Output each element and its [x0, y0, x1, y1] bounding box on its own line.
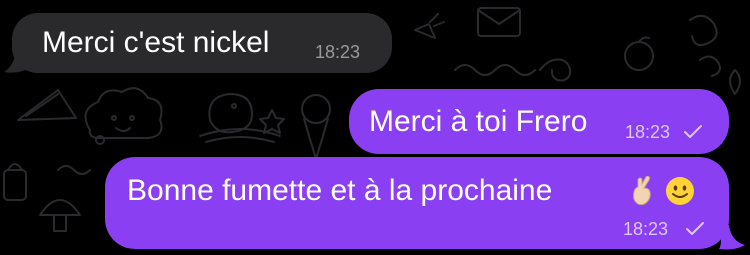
sent-check-icon: [684, 125, 702, 138]
crossed-fingers-icon: [633, 176, 651, 206]
outgoing-message-bubble[interactable]: Merci à toi Frero 18:23: [349, 89, 729, 154]
message-list[interactable]: Merci c'est nickel 18:23 Merci à toi Fre…: [0, 0, 750, 255]
message-text: Bonne fumette et à la prochaine: [127, 174, 553, 207]
message-timestamp: 18:23: [315, 42, 361, 62]
message-timestamp: 18:23: [625, 122, 671, 142]
incoming-message-bubble[interactable]: Merci c'est nickel 18:23: [12, 13, 392, 73]
sent-check-icon: [686, 222, 704, 235]
smiling-face-icon: [666, 177, 694, 205]
message-timestamp: 18:23: [623, 219, 669, 239]
message-text: Merci c'est nickel: [42, 26, 270, 59]
outgoing-message-bubble[interactable]: Bonne fumette et à la prochaine 18:23: [105, 157, 729, 249]
message-text: Merci à toi Frero: [369, 105, 588, 138]
